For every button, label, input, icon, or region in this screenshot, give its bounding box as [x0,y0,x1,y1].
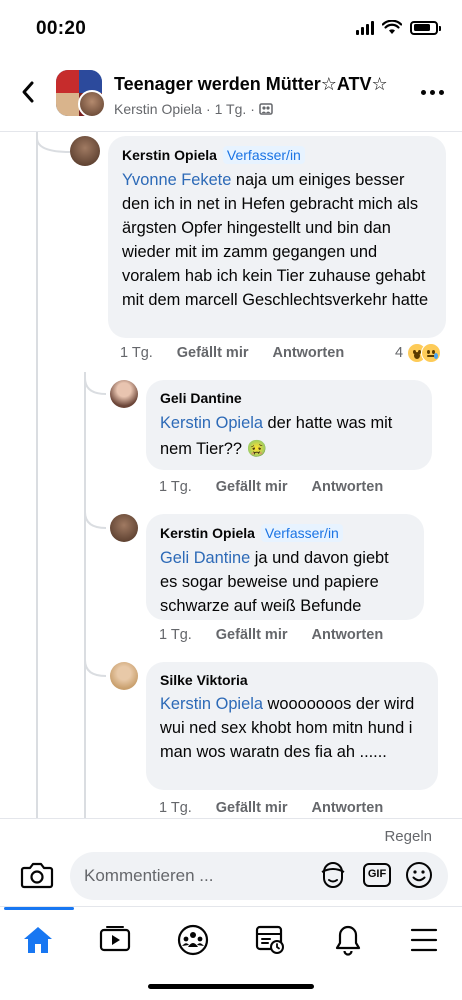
reactions-summary[interactable]: 4 [395,343,442,363]
reply-button[interactable]: Antworten [312,627,384,643]
reply-button[interactable]: Antworten [312,800,384,816]
comment-bubble: Geli Dantine Kerstin Opiela der hatte wa… [146,380,432,470]
battery-icon [410,20,441,35]
comment-bubble: Kerstin Opiela Verfasser/in Yvonne Feket… [108,136,446,338]
back-button[interactable] [14,78,42,106]
comment-time: 1 Tg. [159,479,192,495]
thread-line [84,372,86,818]
avatar[interactable] [110,514,138,542]
tab-video[interactable] [98,923,132,957]
post-meta: Kerstin Opiela · 1 Tg. · [114,101,273,117]
group-title[interactable]: Teenager werden Mütter☆ATV☆ [114,74,388,95]
like-button[interactable]: Gefällt mir [177,345,249,361]
tab-notifications[interactable] [331,923,365,957]
like-button[interactable]: Gefällt mir [216,800,288,816]
like-button[interactable]: Gefällt mir [216,627,288,643]
gif-button[interactable]: GIF [362,860,392,890]
camera-button[interactable] [20,860,54,890]
comment-time: 1 Tg. [159,627,192,643]
poster-name[interactable]: Kerstin Opiela [114,101,202,117]
author-badge: Verfasser/in [260,524,343,542]
comment-time: 1 Tg. [120,345,153,361]
comment-time: 1 Tg. [159,800,192,816]
video-icon [99,926,131,952]
comment-actions: 1 Tg. Gefällt mir Antworten [120,345,368,361]
separator: · [250,101,255,117]
avatar-sticker-button[interactable] [318,860,348,890]
wifi-icon [382,20,402,34]
comment-actions: 1 Tg. Gefällt mir Antworten [159,627,407,643]
members-privacy-icon [259,103,273,115]
thread-line [36,132,38,818]
status-time: 00:20 [36,18,87,39]
reply-button[interactable]: Antworten [312,479,384,495]
comment-bubble: Silke Viktoria Kerstin Opiela wooooooos … [146,662,438,790]
status-bar: 00:20 [0,0,462,56]
comment-author[interactable]: Geli Dantine [160,390,242,406]
author-badge: Verfasser/in [222,146,305,164]
thread-connector [84,512,107,529]
camera-icon [20,862,54,889]
comment-author[interactable]: Kerstin Opiela [160,525,255,541]
tab-home[interactable] [21,923,55,957]
mention-link[interactable]: Kerstin Opiela [160,695,263,713]
thread-connector [84,378,107,395]
gif-label: GIF [367,868,387,880]
thread-connector [84,660,107,677]
divider [0,818,462,819]
menu-icon [410,928,438,952]
home-icon [24,927,52,953]
comment-author[interactable]: Kerstin Opiela [122,147,217,163]
tab-menu[interactable] [407,923,441,957]
comment-text: Kerstin Opiela der hatte was mit nem Tie… [160,414,393,458]
reply-button[interactable]: Antworten [273,345,345,361]
emoji-icon [406,862,432,888]
post-header: Teenager werden Mütter☆ATV☆ Kerstin Opie… [0,56,462,132]
chevron-left-icon [22,81,34,103]
reaction-count: 4 [395,345,404,361]
sad-reaction-icon [421,343,442,363]
comment-text: Kerstin Opiela wooooooos der wird wui ne… [160,695,415,761]
post-age: 1 Tg. [214,101,247,117]
mention-link[interactable]: Yvonne Fekete [122,171,231,189]
avatar[interactable] [70,136,100,166]
avatar[interactable] [110,662,138,690]
emoji-button[interactable] [404,860,434,890]
status-icons [356,20,441,35]
mention-link[interactable]: Geli Dantine [160,549,250,567]
thread-connector [36,138,71,153]
active-tab-indicator [4,907,74,910]
tab-feeds[interactable] [253,923,287,957]
comment-text: Geli Dantine ja und davon giebt es sogar… [160,549,389,615]
groups-icon [177,924,209,956]
notifications-icon [335,925,361,956]
like-button[interactable]: Gefällt mir [216,479,288,495]
comment-actions: 1 Tg. Gefällt mir Antworten [159,479,407,495]
home-indicator [148,984,314,989]
tab-groups[interactable] [176,923,210,957]
avatar[interactable] [110,380,138,408]
comment-actions: 1 Tg. Gefällt mir Antworten [159,800,407,816]
comment-author[interactable]: Silke Viktoria [160,672,248,688]
more-options-button[interactable] [421,90,444,95]
rules-link[interactable]: Regeln [384,828,432,845]
comment-bubble: Kerstin Opiela Verfasser/in Geli Dantine… [146,514,424,620]
avatar-sticker-icon [321,862,345,888]
mention-link[interactable]: Kerstin Opiela [160,414,263,432]
comment-text: Yvonne Fekete naja um einiges besser den… [122,171,429,309]
bottom-tab-bar [0,906,462,966]
separator: · [205,101,211,117]
feeds-icon [255,925,284,954]
poster-avatar[interactable] [78,90,106,118]
cellular-signal-icon [356,20,374,35]
